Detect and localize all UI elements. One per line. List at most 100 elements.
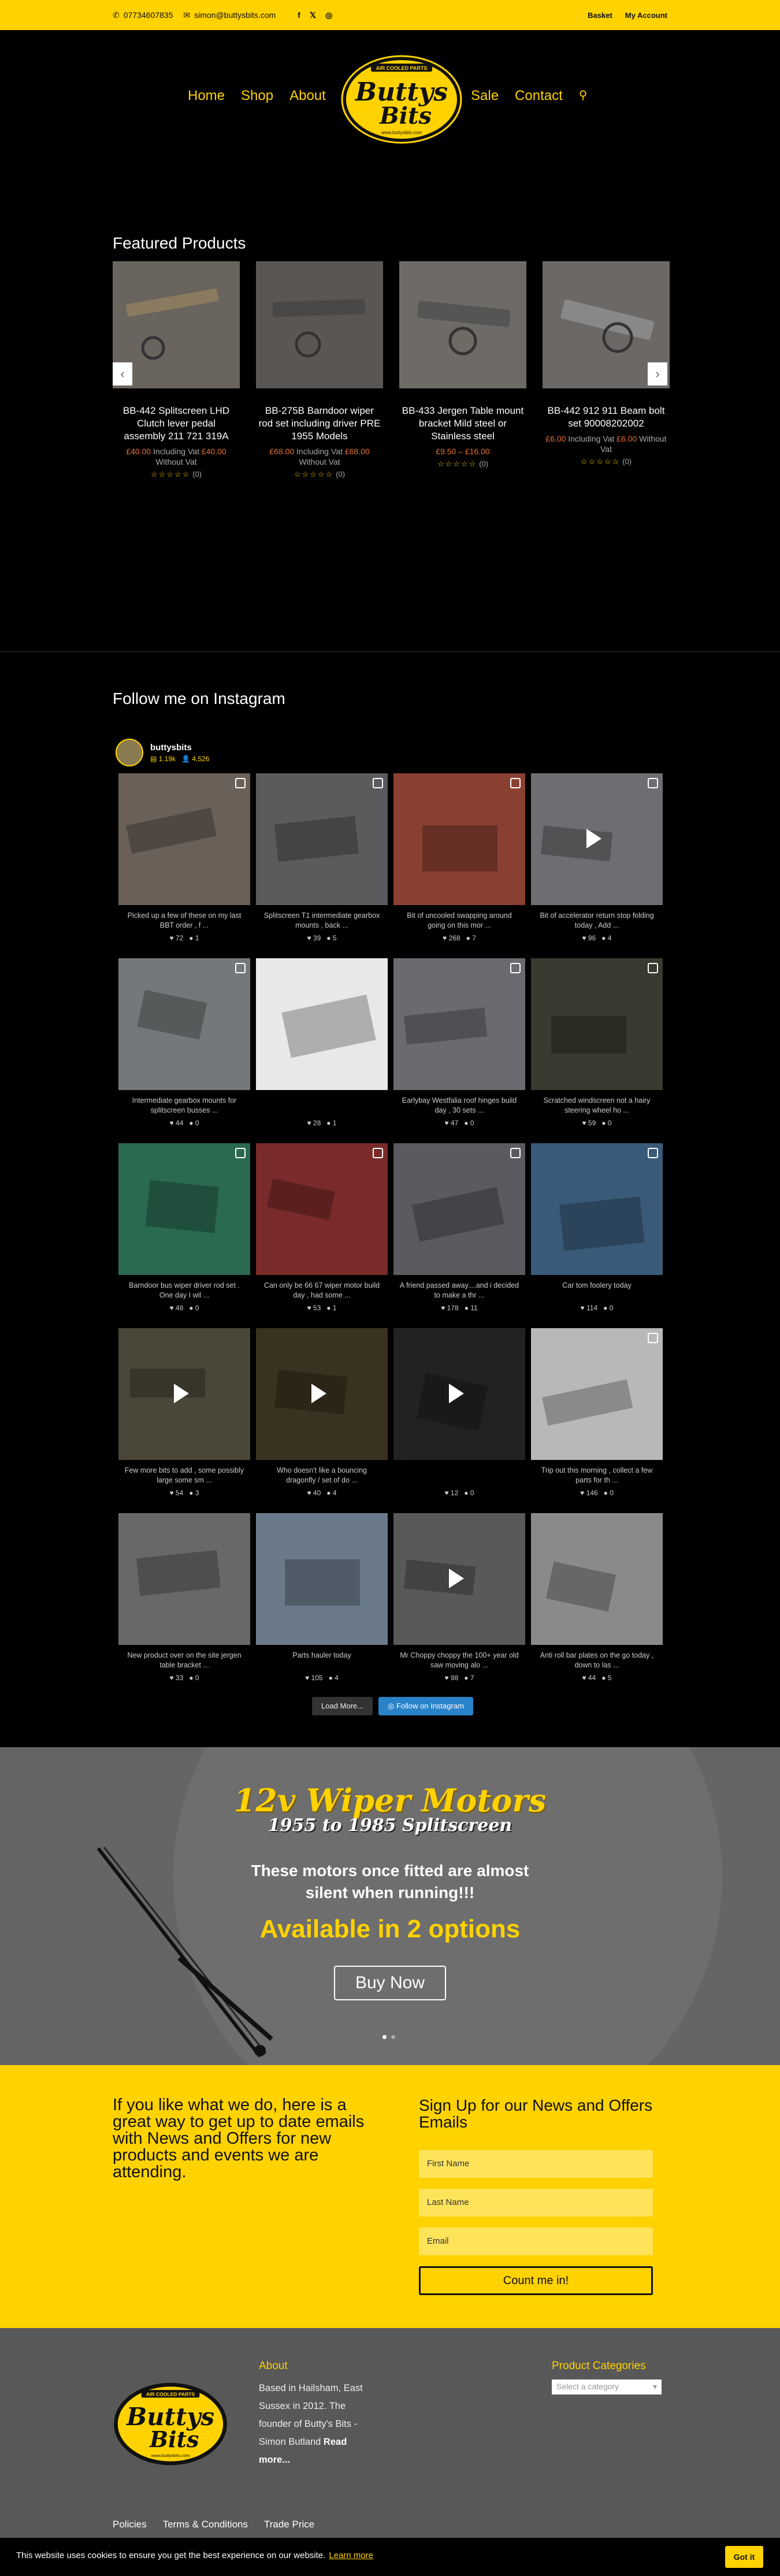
comment-icon: ● bbox=[466, 934, 470, 942]
nav-sale[interactable]: Sale bbox=[471, 88, 499, 104]
instagram-post[interactable]: Anti roll bar plates on the go today , d… bbox=[531, 1513, 663, 1698]
learn-more-link[interactable]: Learn more bbox=[329, 2551, 373, 2560]
instagram-icon[interactable]: ◎ bbox=[325, 10, 332, 20]
post-stats: ♥ 44 ● 0 bbox=[169, 1119, 199, 1127]
product-card[interactable]: BB-433 Jergen Table mount bracket Mild s… bbox=[399, 261, 526, 479]
instagram-post[interactable]: A friend passed away....and i decided to… bbox=[393, 1143, 525, 1328]
heart-icon: ♥ bbox=[307, 1489, 311, 1497]
instagram-post[interactable]: Scratched windscreen not a hairy steerin… bbox=[531, 958, 663, 1143]
instagram-photo[interactable] bbox=[256, 1513, 388, 1645]
facebook-icon[interactable]: f bbox=[298, 10, 300, 20]
top-bar: ✆ 07734607835 ✉ simon@buttysbits.com f 𝕏… bbox=[0, 0, 780, 30]
product-image[interactable] bbox=[256, 261, 383, 388]
product-card[interactable]: BB-275B Barndoor wiper rod set including… bbox=[256, 261, 383, 479]
basket-link[interactable]: Basket bbox=[588, 11, 612, 20]
instagram-post[interactable]: Few more bits to add , some possibly lar… bbox=[118, 1328, 250, 1513]
product-title[interactable]: BB-442 Splitscreen LHD Clutch lever peda… bbox=[113, 405, 240, 443]
last-name-field[interactable]: Last Name bbox=[419, 2189, 653, 2217]
cookie-accept-button[interactable]: Got it bbox=[725, 2546, 763, 2568]
instagram-photo[interactable] bbox=[393, 1328, 525, 1460]
nav-shop[interactable]: Shop bbox=[241, 88, 273, 104]
nav-home[interactable]: Home bbox=[188, 88, 225, 104]
post-stats: ♥ 72 ● 1 bbox=[169, 934, 199, 942]
nav-contact[interactable]: Contact bbox=[515, 88, 563, 104]
instagram-post[interactable]: Splitscreen T1 intermediate gearbox moun… bbox=[256, 773, 388, 958]
instagram-post[interactable]: Mr Choppy choppy the 100+ year old saw m… bbox=[393, 1513, 525, 1698]
instagram-photo[interactable] bbox=[393, 958, 525, 1090]
instagram-photo[interactable] bbox=[531, 1513, 663, 1645]
instagram-username[interactable]: buttysbits bbox=[150, 743, 209, 753]
instagram-photo[interactable] bbox=[531, 773, 663, 905]
instagram-post[interactable]: ♥ 12 ● 0 bbox=[393, 1328, 525, 1513]
product-title[interactable]: BB-442 912 911 Beam bolt set 90008202002 bbox=[543, 405, 670, 430]
phone-icon: ✆ bbox=[113, 10, 120, 20]
slider-dot-1[interactable] bbox=[382, 2035, 387, 2039]
instagram-photo[interactable] bbox=[118, 1143, 250, 1275]
product-title[interactable]: BB-433 Jergen Table mount bracket Mild s… bbox=[399, 405, 526, 443]
carousel-next-button[interactable]: › bbox=[648, 362, 667, 386]
post-caption: Mr Choppy choppy the 100+ year old saw m… bbox=[400, 1651, 519, 1669]
nav-about[interactable]: About bbox=[289, 88, 326, 104]
comment-icon: ● bbox=[601, 934, 606, 942]
instagram-post[interactable]: Intermediate gearbox mounts for splitscr… bbox=[118, 958, 250, 1143]
instagram-post[interactable]: Barndoor bus wiper driver rod set . One … bbox=[118, 1143, 250, 1328]
instagram-photo[interactable] bbox=[256, 773, 388, 905]
instagram-post[interactable]: New product over on the site jergen tabl… bbox=[118, 1513, 250, 1698]
post-caption: Picked up a few of these on my last BBT … bbox=[127, 911, 242, 929]
category-select[interactable]: Select a category ▾ bbox=[552, 2379, 662, 2395]
instagram-post[interactable]: Earlybay Westfalia roof hinges build day… bbox=[393, 958, 525, 1143]
avatar[interactable] bbox=[116, 739, 143, 766]
instagram-photo[interactable] bbox=[393, 1143, 525, 1275]
product-title[interactable]: BB-275B Barndoor wiper rod set including… bbox=[256, 405, 383, 443]
instagram-post[interactable]: Bit of accelerator return stop folding t… bbox=[531, 773, 663, 958]
instagram-photo[interactable] bbox=[531, 1143, 663, 1275]
my-account-link[interactable]: My Account bbox=[625, 11, 667, 20]
instagram-post[interactable]: Parts hauler today ♥ 105 ● 4 bbox=[256, 1513, 388, 1698]
footer-logo[interactable]: AIR COOLED PARTS Buttys Bits www.buttysb… bbox=[113, 2380, 228, 2468]
instagram-photo[interactable] bbox=[531, 1328, 663, 1460]
newsletter-section: If you like what we do, here is a great … bbox=[0, 2065, 780, 2328]
svg-text:www.buttysbits.com: www.buttysbits.com bbox=[151, 2453, 190, 2458]
instagram-photo[interactable] bbox=[256, 1328, 388, 1460]
comment-icon: ● bbox=[464, 1674, 469, 1682]
policies-link[interactable]: Policies bbox=[113, 2519, 147, 2530]
instagram-post[interactable]: ♥ 28 ● 1 bbox=[256, 958, 388, 1143]
instagram-photo[interactable] bbox=[118, 958, 250, 1090]
slider-dot-2[interactable] bbox=[391, 2035, 395, 2039]
phone-link[interactable]: ✆ 07734607835 bbox=[113, 10, 173, 20]
email-link[interactable]: ✉ simon@buttysbits.com bbox=[183, 10, 276, 20]
instagram-post[interactable]: Bit of uncooled swapping around going on… bbox=[393, 773, 525, 958]
instagram-photo[interactable] bbox=[118, 773, 250, 905]
load-more-button[interactable]: Load More... bbox=[312, 1697, 373, 1715]
carousel-prev-button[interactable]: ‹ bbox=[113, 362, 132, 386]
instagram-grid: Picked up a few of these on my last BBT … bbox=[118, 773, 663, 1698]
instagram-post[interactable]: Who doesn't like a bouncing dragonfly / … bbox=[256, 1328, 388, 1513]
first-name-field[interactable]: First Name bbox=[419, 2150, 653, 2178]
instagram-post[interactable]: Trip out this morning , collect a few pa… bbox=[531, 1328, 663, 1513]
x-icon[interactable]: 𝕏 bbox=[310, 10, 316, 20]
heart-icon: ♥ bbox=[582, 1674, 586, 1682]
product-price: £6.00 Including Vat £6.00 Without Vat bbox=[545, 434, 667, 454]
instagram-post[interactable]: Car tom foolery today ♥ 114 ● 0 bbox=[531, 1143, 663, 1328]
instagram-photo[interactable] bbox=[118, 1513, 250, 1645]
trade-price-link[interactable]: Trade Price bbox=[264, 2519, 314, 2530]
follow-instagram-button[interactable]: ◎ Follow on Instagram bbox=[378, 1697, 474, 1715]
search-icon[interactable]: ⚲ bbox=[579, 88, 588, 104]
buy-now-button[interactable]: Buy Now bbox=[334, 1966, 446, 2000]
instagram-post[interactable]: Can only be 66 67 wiper motor build day … bbox=[256, 1143, 388, 1328]
instagram-photo[interactable] bbox=[118, 1328, 250, 1460]
count-me-in-button[interactable]: Count me in! bbox=[419, 2266, 653, 2295]
product-image[interactable] bbox=[399, 261, 526, 388]
instagram-post[interactable]: Picked up a few of these on my last BBT … bbox=[118, 773, 250, 958]
instagram-photo[interactable] bbox=[531, 958, 663, 1090]
instagram-photo[interactable] bbox=[256, 1143, 388, 1275]
email-field[interactable]: Email bbox=[419, 2227, 653, 2255]
product-rating: ☆☆☆☆☆ (0) bbox=[294, 470, 346, 479]
instagram-photo[interactable] bbox=[256, 958, 388, 1090]
instagram-photo[interactable] bbox=[393, 1513, 525, 1645]
post-caption: Bit of uncooled swapping around going on… bbox=[407, 911, 512, 929]
site-logo[interactable]: AIR COOLED PARTS Buttys Bits www.buttysb… bbox=[341, 53, 462, 146]
comment-icon: ● bbox=[603, 1304, 608, 1312]
terms-link[interactable]: Terms & Conditions bbox=[163, 2519, 248, 2530]
instagram-photo[interactable] bbox=[393, 773, 525, 905]
